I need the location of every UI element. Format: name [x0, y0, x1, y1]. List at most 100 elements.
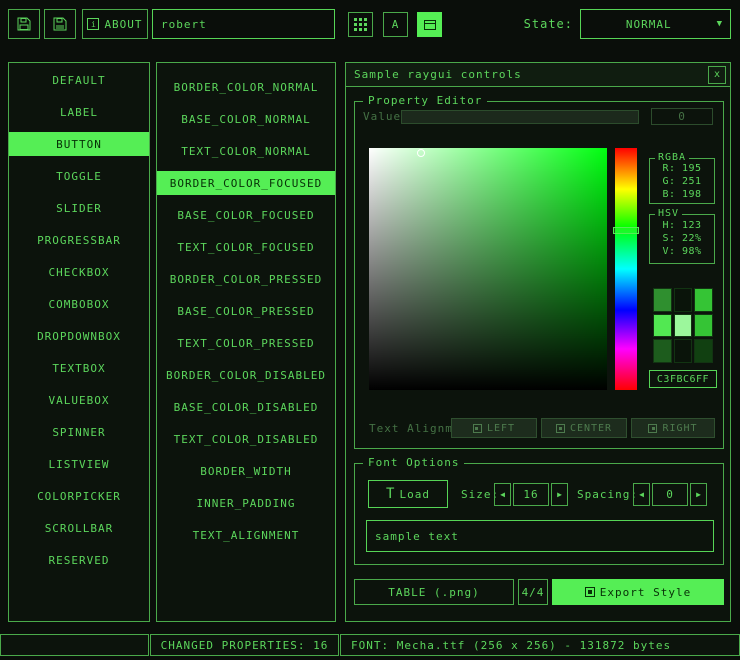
arrow-left-icon: ◀ — [639, 490, 644, 499]
palette-cell[interactable] — [694, 314, 713, 338]
align-center-button[interactable]: CENTER — [541, 418, 627, 438]
align-left-button[interactable]: LEFT — [451, 418, 537, 438]
state-dropdown[interactable]: NORMAL ▼ — [580, 9, 731, 39]
control-item[interactable]: LISTVIEW — [9, 452, 149, 476]
property-item[interactable]: BASE_COLOR_PRESSED — [157, 299, 335, 323]
control-item[interactable]: COMBOBOX — [9, 292, 149, 316]
load-style-button[interactable] — [8, 9, 40, 39]
property-item[interactable]: BASE_COLOR_FOCUSED — [157, 203, 335, 227]
palette-cell[interactable] — [674, 314, 693, 338]
property-item[interactable]: BASE_COLOR_NORMAL — [157, 107, 335, 131]
size-value-box[interactable]: 16 — [513, 483, 549, 506]
property-editor-label: Property Editor — [363, 94, 487, 107]
property-item[interactable]: TEXT_ALIGNMENT — [157, 523, 335, 547]
property-item-selected[interactable]: BORDER_COLOR_FOCUSED — [157, 171, 335, 195]
palette-cell[interactable] — [653, 339, 672, 363]
palette-cell[interactable] — [694, 339, 713, 363]
control-item[interactable]: SCROLLBAR — [9, 516, 149, 540]
rgba-box: RGBA R: 195 G: 251 B: 198 — [649, 158, 715, 204]
rgba-r-value: R: 195 — [650, 162, 714, 175]
hex-value-box[interactable]: C3FBC6FF — [649, 370, 717, 388]
style-color-palette — [653, 288, 713, 363]
control-item[interactable]: VALUEBOX — [9, 388, 149, 412]
statusbar-font-info: FONT: Mecha.ttf (256 x 256) - 131872 byt… — [340, 634, 740, 656]
hue-cursor[interactable] — [613, 227, 639, 234]
statusbar-section-empty — [0, 634, 149, 656]
close-button[interactable]: x — [708, 66, 726, 84]
arrow-right-icon: ▶ — [696, 490, 701, 499]
changed-properties-text: CHANGED PROPERTIES: 16 — [161, 639, 329, 652]
font-info-text: FONT: Mecha.ttf (256 x 256) - 131872 byt… — [351, 639, 671, 652]
sample-window: Sample raygui controls x Property Editor… — [345, 62, 731, 622]
color-picker-gradient[interactable] — [369, 148, 607, 390]
palette-cell[interactable] — [653, 288, 672, 312]
font-atlas-button[interactable]: A — [383, 12, 408, 37]
size-decrease-button[interactable]: ◀ — [494, 483, 511, 506]
properties-list: BORDER_COLOR_NORMAL BASE_COLOR_NORMAL TE… — [156, 62, 336, 622]
property-item[interactable]: TEXT_COLOR_DISABLED — [157, 427, 335, 451]
window-titlebar[interactable]: Sample raygui controls x — [346, 63, 730, 87]
palette-cell[interactable] — [674, 288, 693, 312]
control-item[interactable]: SLIDER — [9, 196, 149, 220]
property-editor-group: Property Editor Value: 0 RGBA R: 195 G: … — [354, 101, 724, 449]
property-item[interactable]: BORDER_COLOR_DISABLED — [157, 363, 335, 387]
save-style-button[interactable] — [44, 9, 76, 39]
statusbar-changed-properties: CHANGED PROPERTIES: 16 — [150, 634, 339, 656]
align-left-icon — [473, 424, 482, 433]
spacing-increase-button[interactable]: ▶ — [690, 483, 707, 506]
style-table-button[interactable] — [417, 12, 442, 37]
palette-cell[interactable] — [674, 339, 693, 363]
control-item[interactable]: TEXTBOX — [9, 356, 149, 380]
control-item-selected[interactable]: BUTTON — [9, 132, 149, 156]
property-item[interactable]: TEXT_COLOR_FOCUSED — [157, 235, 335, 259]
property-item[interactable]: BASE_COLOR_DISABLED — [157, 395, 335, 419]
property-item[interactable]: TEXT_COLOR_NORMAL — [157, 139, 335, 163]
control-item[interactable]: COLORPICKER — [9, 484, 149, 508]
align-right-icon — [648, 424, 657, 433]
state-label: State: — [490, 17, 573, 31]
hsv-v-value: V: 98% — [650, 245, 714, 258]
hue-bar[interactable] — [615, 148, 637, 390]
control-item[interactable]: CHECKBOX — [9, 260, 149, 284]
arrow-left-icon: ◀ — [500, 490, 505, 499]
spacing-decrease-button[interactable]: ◀ — [633, 483, 650, 506]
grid-icon — [354, 18, 367, 31]
sample-text-input[interactable] — [366, 520, 714, 552]
controls-list: DEFAULT LABEL BUTTON TOGGLE SLIDER PROGR… — [8, 62, 150, 622]
size-value: 16 — [523, 488, 538, 501]
property-item[interactable]: BORDER_COLOR_PRESSED — [157, 267, 335, 291]
export-format-dropdown[interactable]: TABLE (.png) — [354, 579, 514, 605]
style-name-input[interactable] — [152, 9, 335, 39]
state-value: NORMAL — [581, 18, 717, 31]
align-right-button[interactable]: RIGHT — [631, 418, 715, 438]
style-grid-button[interactable] — [348, 12, 373, 37]
palette-cell[interactable] — [653, 314, 672, 338]
size-increase-button[interactable]: ▶ — [551, 483, 568, 506]
property-item[interactable]: BORDER_WIDTH — [157, 459, 335, 483]
align-left-label: LEFT — [487, 423, 515, 434]
control-item[interactable]: RESERVED — [9, 548, 149, 572]
export-style-button[interactable]: Export Style — [552, 579, 724, 605]
about-button[interactable]: i ABOUT — [82, 9, 148, 39]
control-item[interactable]: TOGGLE — [9, 164, 149, 188]
rgba-label: RGBA — [655, 152, 689, 163]
palette-cell[interactable] — [694, 288, 713, 312]
floppy-save-icon — [52, 16, 68, 32]
property-item[interactable]: INNER_PADDING — [157, 491, 335, 515]
value-button[interactable]: 0 — [651, 108, 713, 125]
spacing-value-box[interactable]: 0 — [652, 483, 688, 506]
control-item[interactable]: SPINNER — [9, 420, 149, 444]
control-item[interactable]: LABEL — [9, 100, 149, 124]
property-item[interactable]: BORDER_COLOR_NORMAL — [157, 75, 335, 99]
value-slider[interactable] — [401, 110, 639, 124]
color-picker-cursor[interactable] — [417, 149, 425, 157]
align-center-icon — [556, 424, 565, 433]
table-pages-value-box[interactable]: 4/4 — [518, 579, 548, 605]
property-item[interactable]: TEXT_COLOR_PRESSED — [157, 331, 335, 355]
control-item[interactable]: PROGRESSBAR — [9, 228, 149, 252]
font-load-button[interactable]: T Load — [368, 480, 448, 508]
hsv-h-value: H: 123 — [650, 219, 714, 232]
control-item[interactable]: DROPDOWNBOX — [9, 324, 149, 348]
control-item[interactable]: DEFAULT — [9, 68, 149, 92]
font-options-label: Font Options — [363, 456, 464, 469]
